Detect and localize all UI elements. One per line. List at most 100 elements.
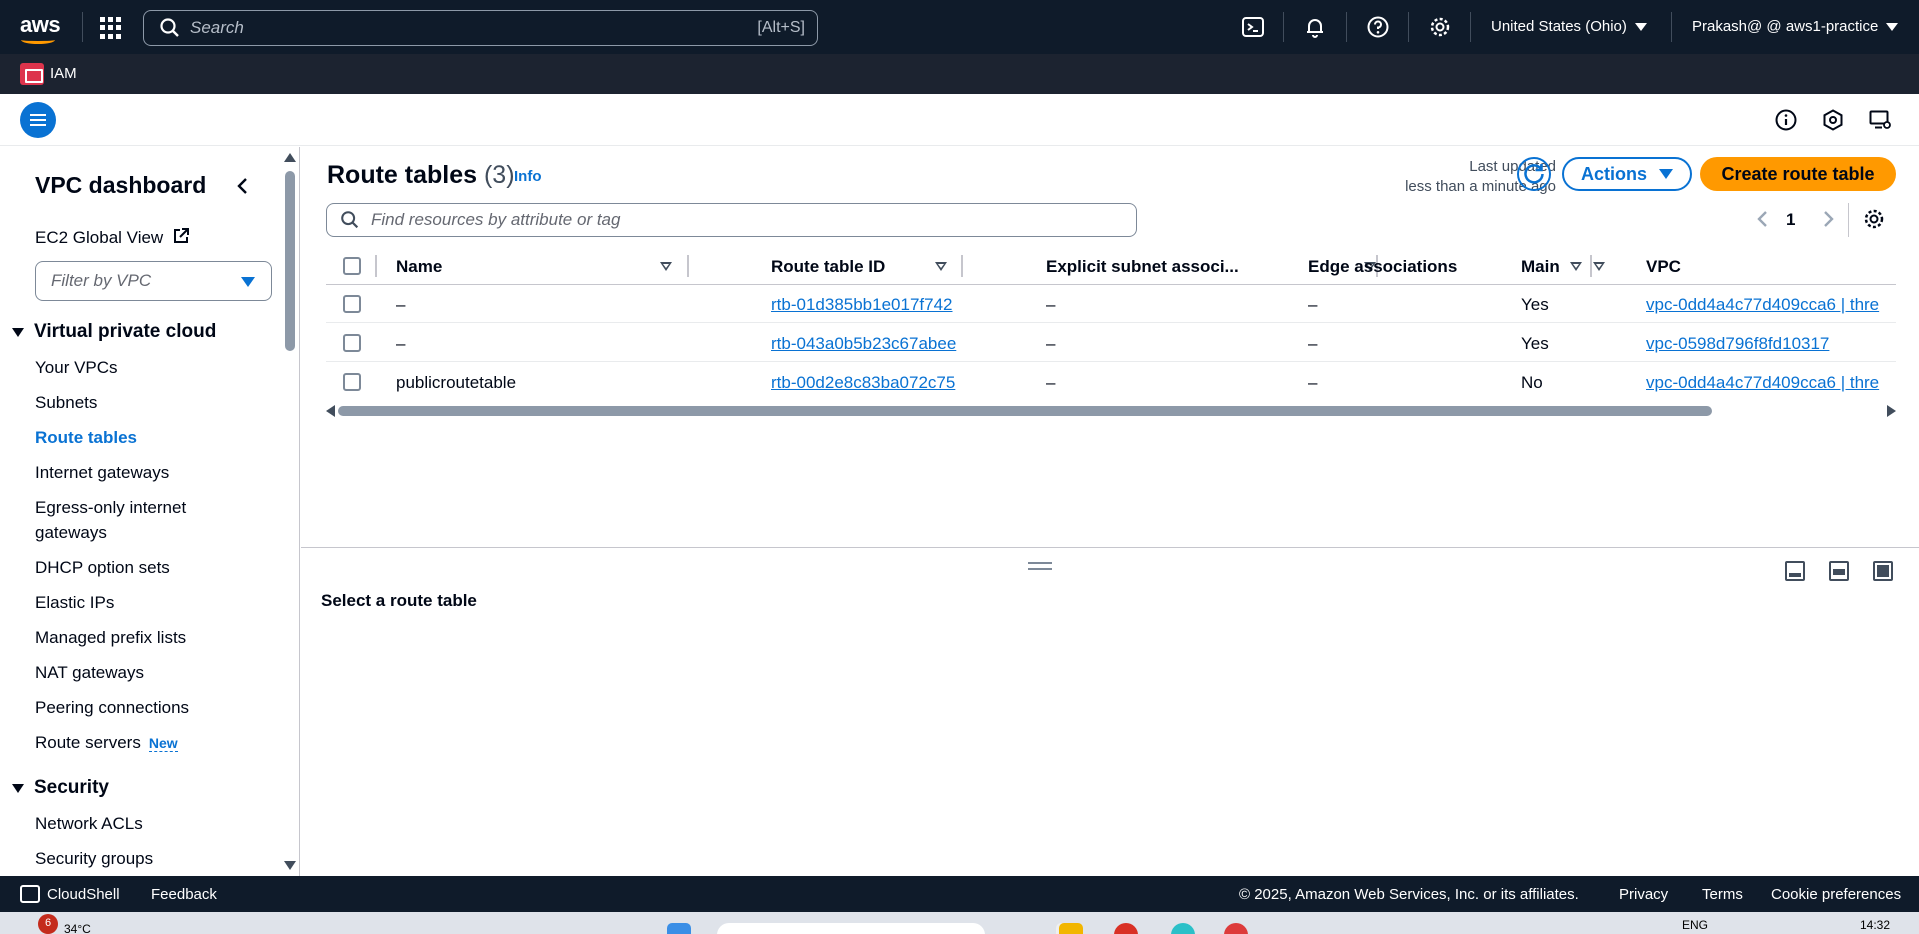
sidebar-item-peering-connections[interactable]: Peering connections [35, 698, 189, 718]
clock-time[interactable]: 14:32 [1860, 918, 1890, 932]
cell-explicit: – [1046, 295, 1056, 314]
pagination-prev-icon[interactable] [1753, 207, 1773, 231]
table-row[interactable]: publicroutetable rtb-00d2e8c83ba072c75 –… [326, 363, 1896, 401]
privacy-link[interactable]: Privacy [1619, 886, 1668, 903]
sidebar-title[interactable]: VPC dashboard [35, 172, 206, 199]
app-cyan-icon[interactable] [1171, 923, 1195, 934]
column-header-edge-associations[interactable]: Edge associations [1308, 257, 1457, 277]
sidebar-item-dhcp-option-sets[interactable]: DHCP option sets [35, 558, 170, 578]
table-row[interactable]: – rtb-043a0b5b23c67abee – – Yes vpc-0598… [326, 324, 1896, 362]
chrome-icon[interactable] [1224, 923, 1248, 934]
split-position-side-icon[interactable] [1829, 561, 1849, 581]
feedback-link[interactable]: Feedback [151, 886, 217, 903]
scroll-right-arrow-icon[interactable] [1887, 405, 1896, 417]
sidebar-item-internet-gateways[interactable]: Internet gateways [35, 463, 169, 483]
row-checkbox[interactable] [343, 373, 361, 391]
sort-icon[interactable] [935, 262, 947, 271]
global-search[interactable]: [Alt+S] [143, 10, 818, 46]
find-resources-filter[interactable] [326, 203, 1137, 237]
sidebar-item-elastic-ips[interactable]: Elastic IPs [35, 593, 114, 613]
row-checkbox[interactable] [343, 334, 361, 352]
scroll-left-arrow-icon[interactable] [326, 405, 335, 417]
services-grid-icon[interactable] [100, 17, 122, 39]
cloudshell-link[interactable]: CloudShell [47, 886, 120, 903]
scroll-up-arrow-icon[interactable] [284, 153, 296, 162]
select-all-checkbox[interactable] [343, 257, 361, 275]
sidebar-item-nat-gateways[interactable]: NAT gateways [35, 663, 144, 683]
windows-start-icon[interactable] [667, 923, 691, 934]
sidebar-item-egress-only-cont[interactable]: gateways [35, 523, 107, 543]
sidebar-item-ec2-global-view[interactable]: EC2 Global View [35, 227, 190, 248]
info-link[interactable]: Info [514, 168, 542, 185]
actions-button[interactable]: Actions [1562, 157, 1692, 191]
create-route-table-button[interactable]: Create route table [1700, 157, 1896, 191]
search-input[interactable] [190, 18, 730, 38]
sidebar-item-network-acls[interactable]: Network ACLs [35, 814, 143, 834]
sort-icon[interactable] [660, 262, 672, 271]
cell-vpc-link[interactable]: vpc-0dd4a4c77d409cca6 | thre [1646, 295, 1896, 315]
sidebar-item-subnets[interactable]: Subnets [35, 393, 97, 413]
terms-link[interactable]: Terms [1702, 886, 1743, 903]
cloudshell-icon[interactable] [20, 885, 40, 903]
table-preferences-gear-icon[interactable] [1862, 207, 1886, 231]
pagination-page-number[interactable]: 1 [1786, 210, 1795, 230]
hamburger-menu-button[interactable] [20, 102, 56, 138]
horizontal-scroll-thumb[interactable] [338, 406, 1712, 416]
sort-icon[interactable] [1593, 262, 1605, 271]
cell-route-table-id-link[interactable]: rtb-01d385bb1e017f742 [771, 295, 953, 315]
language-indicator[interactable]: ENG [1682, 918, 1708, 932]
app-red-icon[interactable] [1114, 923, 1138, 934]
column-header-route-table-id[interactable]: Route table ID [771, 257, 885, 277]
cloudshell-icon[interactable] [1241, 15, 1265, 39]
split-position-full-icon[interactable] [1873, 561, 1893, 581]
account-label: Prakash@ @ aws1-practice [1692, 18, 1879, 35]
column-header-main[interactable]: Main [1521, 257, 1560, 277]
info-icon[interactable] [1774, 108, 1798, 132]
account-menu[interactable]: Prakash@ @ aws1-practice [1692, 18, 1899, 35]
sidebar-item-managed-prefix-lists[interactable]: Managed prefix lists [35, 628, 186, 648]
vpc-filter-select[interactable]: Filter by VPC [35, 261, 272, 301]
sidebar-item-security-groups[interactable]: Security groups [35, 849, 153, 869]
bell-icon[interactable] [1303, 15, 1327, 39]
split-position-bottom-icon[interactable] [1785, 561, 1805, 581]
split-panel-resize-handle[interactable] [1028, 562, 1052, 570]
settings-icon[interactable] [1428, 15, 1452, 39]
sidebar-item-route-tables[interactable]: Route tables [35, 428, 137, 448]
row-checkbox[interactable] [343, 295, 361, 313]
column-header-name[interactable]: Name [396, 257, 442, 277]
sidebar-item-egress-only[interactable]: Egress-only internet [35, 498, 186, 518]
display-settings-icon[interactable] [1868, 108, 1892, 132]
region-selector[interactable]: United States (Ohio) [1491, 18, 1647, 35]
aws-logo[interactable]: aws [20, 12, 61, 44]
table-horizontal-scrollbar[interactable] [326, 403, 1896, 417]
sidebar-item-route-servers[interactable]: Route servers New [35, 733, 178, 753]
pagination-next-icon[interactable] [1818, 207, 1838, 231]
help-icon[interactable] [1366, 15, 1390, 39]
scroll-down-arrow-icon[interactable] [284, 861, 296, 870]
find-resources-input[interactable] [371, 210, 1091, 230]
refresh-button[interactable] [1517, 157, 1551, 191]
table-row[interactable]: – rtb-01d385bb1e017f742 – – Yes vpc-0dd4… [326, 285, 1896, 323]
column-divider [375, 255, 377, 277]
weather-temp[interactable]: 34°C [64, 922, 91, 934]
column-header-vpc[interactable]: VPC [1646, 257, 1681, 277]
cell-route-table-id-link[interactable]: rtb-00d2e8c83ba072c75 [771, 373, 955, 393]
section-label: Virtual private cloud [34, 321, 217, 342]
file-explorer-icon[interactable] [1059, 923, 1083, 934]
chevron-left-icon[interactable] [233, 174, 253, 198]
taskbar-search-box[interactable] [717, 923, 985, 934]
sort-icon[interactable] [1570, 262, 1582, 271]
section-virtual-private-cloud[interactable]: Virtual private cloud [12, 321, 216, 343]
section-security[interactable]: Security [12, 777, 109, 799]
chevron-down-icon [1634, 23, 1647, 32]
sidebar-item-your-vpcs[interactable]: Your VPCs [35, 358, 118, 378]
iam-service-link[interactable]: IAM [50, 65, 77, 82]
cell-vpc-link[interactable]: vpc-0dd4a4c77d409cca6 | thre [1646, 373, 1896, 393]
hexagon-settings-icon[interactable] [1821, 108, 1845, 132]
iam-service-icon[interactable] [20, 63, 44, 85]
cookie-preferences-link[interactable]: Cookie preferences [1771, 886, 1901, 903]
column-header-explicit-subnet[interactable]: Explicit subnet associ... [1046, 257, 1239, 277]
cell-vpc-link[interactable]: vpc-0598d796f8fd10317 [1646, 334, 1896, 354]
cell-route-table-id-link[interactable]: rtb-043a0b5b23c67abee [771, 334, 956, 354]
sidebar-scrollbar[interactable] [285, 171, 295, 351]
